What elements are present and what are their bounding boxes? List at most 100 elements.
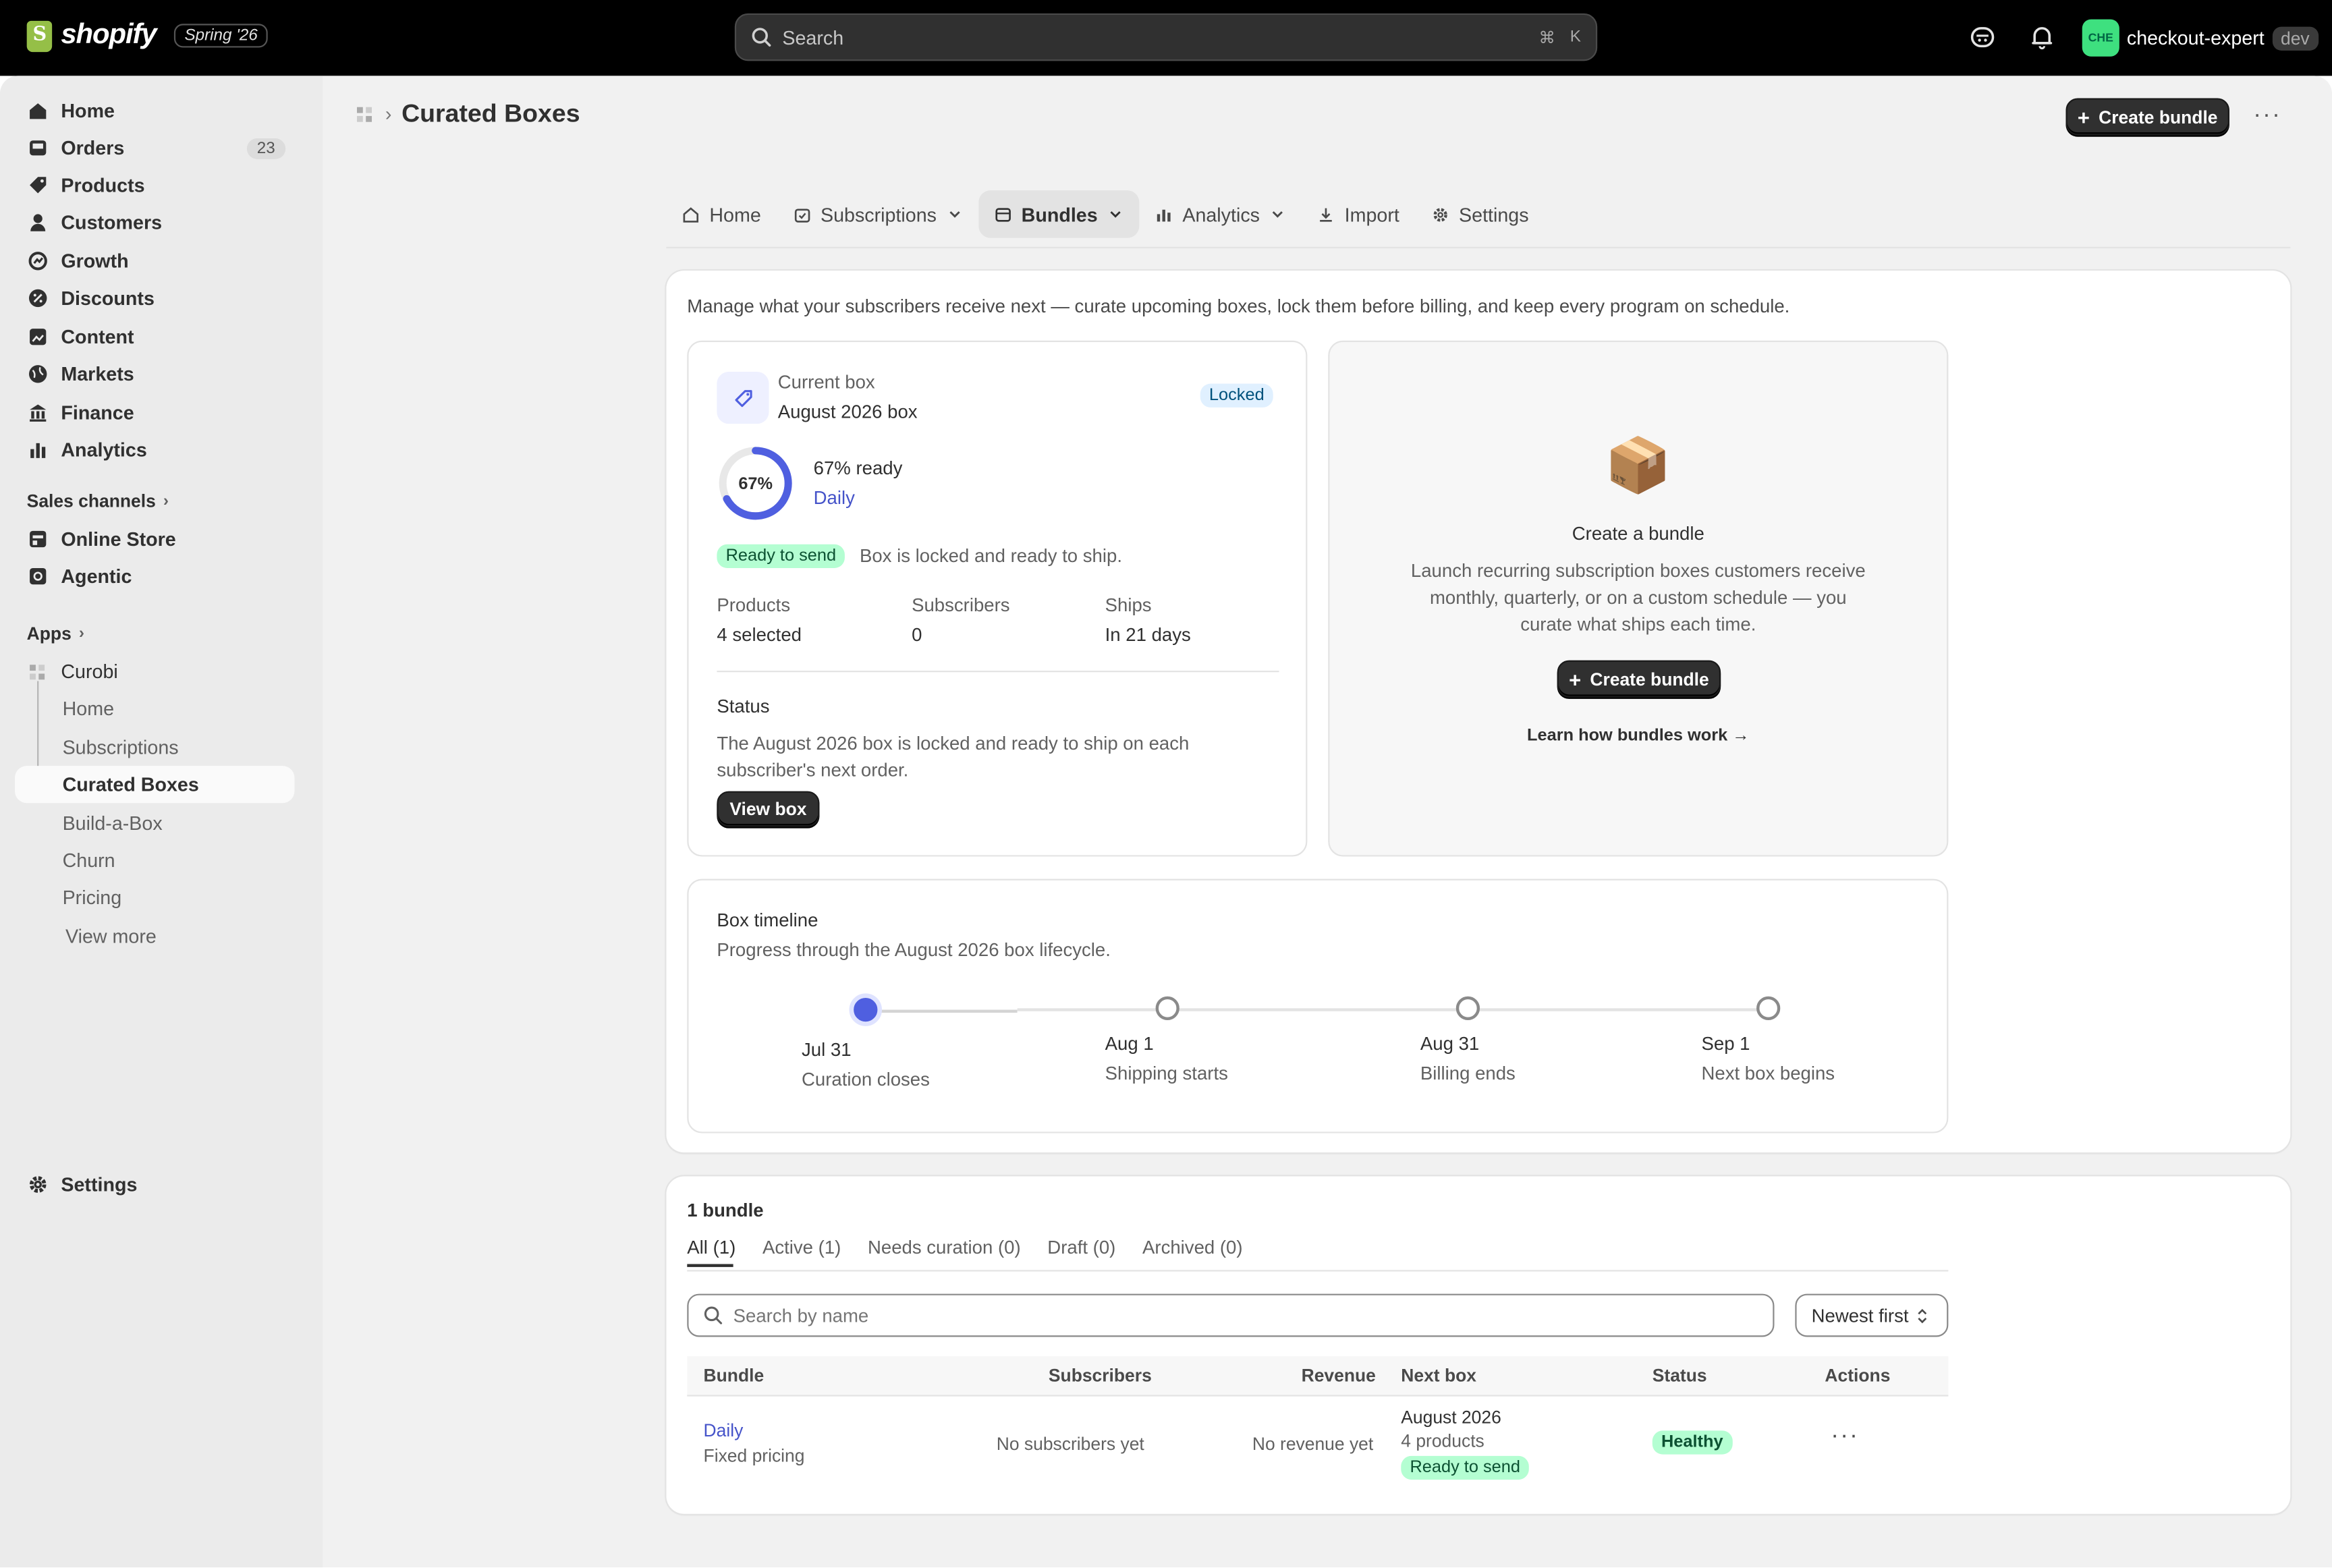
person-icon bbox=[30, 214, 45, 231]
sidebar-item-online-store[interactable]: Online Store bbox=[15, 520, 294, 557]
stat-label-products: Products bbox=[717, 594, 791, 616]
create-bundle-card: 📦 Create a bundle Launch recurring subsc… bbox=[1328, 340, 1949, 857]
timeline-step-date: Sep 1 bbox=[1701, 1033, 1750, 1055]
bundle-count: 1 bundle bbox=[687, 1200, 764, 1221]
sidebar-item-home[interactable]: Home bbox=[15, 92, 294, 130]
tab-label: Analytics bbox=[1182, 202, 1260, 225]
chevron-down-icon bbox=[949, 211, 960, 218]
download-icon bbox=[1320, 207, 1332, 221]
shopify-logo[interactable]: shopify Spring '26 bbox=[26, 20, 269, 52]
overview-card: Manage what your subscribers receive nex… bbox=[666, 271, 2291, 1153]
sales-channels-heading[interactable]: Sales channels › bbox=[27, 491, 169, 511]
page: shopify Spring '26 Search ⌘ K CHE checko… bbox=[0, 0, 2332, 1568]
store-name: checkout-expert bbox=[2126, 26, 2265, 49]
ready-to-send-badge: Ready to send bbox=[717, 544, 845, 568]
sidebar: Home Orders 23 Products Customers Growth bbox=[0, 76, 323, 1568]
tab-bundles[interactable]: Bundles bbox=[978, 190, 1140, 238]
sidebar-item-label: Settings bbox=[61, 1173, 138, 1196]
timeline-step-dot bbox=[1155, 996, 1179, 1021]
global-search[interactable]: Search ⌘ K bbox=[734, 13, 1598, 61]
timeline-step-label: Shipping starts bbox=[1105, 1063, 1228, 1084]
sidebar-subitem-churn[interactable]: Churn bbox=[15, 842, 294, 879]
sidebar-item-content[interactable]: Content bbox=[15, 318, 294, 356]
filter-all[interactable]: All (1) bbox=[687, 1237, 735, 1258]
search-icon bbox=[704, 1306, 723, 1324]
sidebar-item-label: Growth bbox=[61, 250, 129, 273]
next-box-products: 4 products bbox=[1401, 1430, 1484, 1452]
stat-label-subscribers: Subscribers bbox=[912, 594, 1010, 616]
tab-import[interactable]: Import bbox=[1302, 190, 1416, 238]
bundle-search-input[interactable] bbox=[733, 1305, 1745, 1326]
filter-needs-curation[interactable]: Needs curation (0) bbox=[868, 1237, 1021, 1258]
more-actions-icon[interactable]: ··· bbox=[2253, 103, 2281, 130]
bundle-name-link[interactable]: Daily bbox=[704, 1420, 744, 1441]
table-row[interactable]: Daily Fixed pricing No subscribers yet N… bbox=[687, 1397, 1948, 1492]
progress-percent: 67% bbox=[738, 474, 773, 493]
tab-settings[interactable]: Settings bbox=[1416, 190, 1545, 238]
sidekick-icon[interactable] bbox=[1969, 24, 1996, 51]
gear-icon bbox=[1433, 207, 1447, 221]
store-menu[interactable]: CHE checkout-expert dev bbox=[2082, 19, 2319, 57]
sidebar-subitem-home[interactable]: Home bbox=[15, 690, 294, 727]
filter-draft[interactable]: Draft (0) bbox=[1047, 1237, 1115, 1258]
sidebar-subitem-pricing[interactable]: Pricing bbox=[15, 879, 294, 916]
divider bbox=[717, 671, 1279, 673]
sidebar-item-settings[interactable]: Settings bbox=[15, 1166, 294, 1203]
growth-icon bbox=[28, 252, 47, 271]
sort-select[interactable]: Newest first bbox=[1795, 1293, 1949, 1337]
status-body: The August 2026 box is locked and ready … bbox=[717, 733, 1190, 781]
timeline-step-date: Aug 31 bbox=[1420, 1033, 1480, 1055]
sidebar-item-label: Curobi bbox=[61, 660, 118, 683]
apps-heading[interactable]: Apps › bbox=[27, 623, 84, 644]
sidebar-item-growth[interactable]: Growth bbox=[15, 242, 294, 279]
create-bundle-button[interactable]: + Create bundle bbox=[2065, 98, 2229, 136]
sidebar-item-analytics[interactable]: Analytics bbox=[15, 431, 294, 468]
sidebar-item-products[interactable]: Products bbox=[15, 167, 294, 204]
content-icon bbox=[28, 329, 46, 345]
sidebar-item-finance[interactable]: Finance bbox=[15, 394, 294, 431]
store-icon bbox=[28, 530, 46, 548]
gear-icon bbox=[28, 1176, 46, 1193]
app-icon[interactable] bbox=[356, 105, 373, 123]
bank-icon bbox=[28, 404, 46, 422]
timeline-title: Box timeline bbox=[717, 909, 818, 931]
next-box-status-badge: Ready to send bbox=[1401, 1455, 1530, 1480]
chevron-right-icon: › bbox=[163, 492, 169, 511]
row-actions-icon[interactable]: ··· bbox=[1831, 1423, 1859, 1450]
main-content: › Curated Boxes + Create bundle ··· Home… bbox=[323, 76, 2332, 1567]
sidebar-item-agentic[interactable]: Agentic bbox=[15, 558, 294, 595]
sidebar-subitem-subscriptions[interactable]: Subscriptions bbox=[15, 729, 294, 766]
status-message: Box is locked and ready to ship. bbox=[859, 545, 1122, 567]
sidebar-item-orders[interactable]: Orders 23 bbox=[15, 130, 294, 167]
sidebar-item-label: Analytics bbox=[61, 439, 147, 461]
tab-subscriptions[interactable]: Subscriptions bbox=[777, 190, 978, 238]
discount-icon bbox=[28, 289, 47, 308]
progress-ring: 67% bbox=[719, 447, 792, 520]
timeline-step-date: Jul 31 bbox=[802, 1039, 852, 1061]
sidebar-subitem-build-a-box[interactable]: Build-a-Box bbox=[15, 804, 294, 841]
filter-active[interactable]: Active (1) bbox=[762, 1237, 841, 1258]
column-revenue: Revenue bbox=[1301, 1365, 1376, 1387]
timeline-progress-line bbox=[865, 1009, 1018, 1013]
sidebar-view-more[interactable]: View more bbox=[15, 918, 294, 955]
page-title: Curated Boxes bbox=[401, 99, 580, 128]
tab-label: Bundles bbox=[1021, 202, 1098, 225]
sidebar-subitem-curated-boxes[interactable]: Curated Boxes bbox=[15, 766, 295, 804]
create-bundle-empty-button[interactable]: + Create bundle bbox=[1557, 660, 1721, 698]
view-box-button[interactable]: View box bbox=[717, 791, 820, 827]
bundle-status-badge: Healthy bbox=[1652, 1430, 1732, 1455]
tab-analytics[interactable]: Analytics bbox=[1139, 190, 1301, 238]
timeline-step-date: Aug 1 bbox=[1105, 1033, 1154, 1055]
bell-icon[interactable] bbox=[2028, 24, 2055, 51]
breadcrumb-separator: › bbox=[385, 103, 392, 125]
program-link[interactable]: Daily bbox=[814, 488, 855, 509]
filter-archived[interactable]: Archived (0) bbox=[1142, 1237, 1243, 1258]
sidebar-item-curobi[interactable]: Curobi bbox=[15, 653, 294, 690]
sidebar-item-label: Agentic bbox=[61, 565, 132, 588]
tab-home[interactable]: Home bbox=[666, 190, 777, 238]
sidebar-item-markets[interactable]: Markets bbox=[15, 356, 294, 393]
sidebar-item-customers[interactable]: Customers bbox=[15, 204, 294, 241]
bundle-search[interactable] bbox=[687, 1293, 1775, 1337]
learn-bundles-link[interactable]: Learn how bundles work → bbox=[1329, 727, 1947, 745]
sidebar-item-discounts[interactable]: Discounts bbox=[15, 279, 294, 316]
